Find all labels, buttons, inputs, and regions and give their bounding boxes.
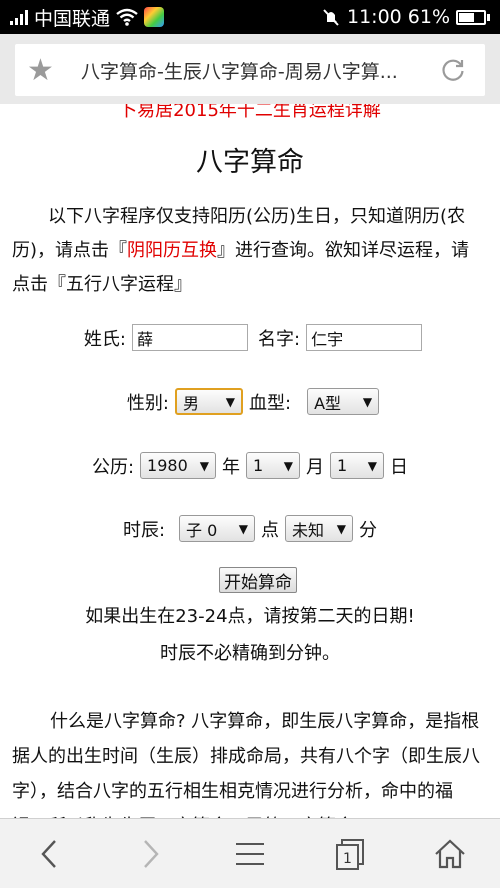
battery-icon	[456, 9, 490, 25]
chevron-down-icon: ▼	[283, 458, 294, 473]
battery-percent: 61%	[407, 6, 450, 28]
app-badge-icon	[144, 7, 165, 27]
star-icon[interactable]: ★	[27, 53, 67, 88]
back-button[interactable]	[20, 829, 80, 879]
day-select[interactable]: 1 ▼	[330, 452, 385, 479]
chevron-down-icon: ▼	[199, 458, 210, 473]
browser-address-bar: ★ 八字算命-生辰八字算命-周易八字算...	[0, 34, 500, 104]
horoscope-link[interactable]: 卜易居2015年十二生肖运程详解	[0, 104, 500, 122]
chevron-down-icon: ▼	[336, 521, 347, 536]
year-value: 1980	[147, 456, 188, 475]
forward-icon	[144, 839, 159, 868]
tabs-icon: 1	[336, 838, 364, 870]
page-title-text[interactable]: 八字算命-生辰八字算命-周易八字算...	[67, 57, 433, 84]
signal-icon	[10, 9, 28, 25]
home-button[interactable]	[420, 829, 480, 879]
blood-select[interactable]: A型 ▼	[307, 388, 380, 415]
gender-row: 性别: 男 ▼ 血型: A型 ▼	[0, 388, 500, 415]
article-paragraph: 什么是八字算命? 八字算命，即生辰八字算命，是指根据人的出生时间（生辰）排成命局…	[12, 711, 480, 818]
minute-select[interactable]: 未知 ▼	[285, 515, 354, 542]
page-heading: 八字算命	[196, 147, 304, 178]
minute-unit: 分	[359, 519, 378, 541]
name-row: 姓氏: 薛 名字: 仁宇	[0, 324, 500, 351]
minute-note: 时辰不必精确到分钟。	[160, 643, 340, 664]
gender-select[interactable]: 男 ▼	[175, 388, 243, 415]
hour-row: 时辰: 子 0 ▼ 点 未知 ▼ 分	[0, 515, 500, 542]
birth-time-note: 如果出生在23-24点，请按第二天的日期!	[85, 606, 415, 627]
browser-toolbar: 1	[0, 818, 500, 888]
hour-label: 时辰:	[122, 519, 166, 541]
day-unit: 日	[390, 456, 409, 478]
clock: 11:00	[347, 6, 402, 28]
year-unit: 年	[222, 456, 241, 478]
mute-icon	[323, 9, 339, 26]
chevron-down-icon: ▼	[367, 458, 378, 473]
month-select[interactable]: 1 ▼	[246, 452, 301, 479]
month-value: 1	[253, 456, 264, 475]
gender-value: 男	[183, 393, 200, 413]
reload-icon[interactable]	[433, 57, 473, 83]
date-row: 公历: 1980 ▼ 年 1 ▼ 月 1 ▼ 日	[0, 452, 500, 479]
status-bar: 中国联通 11:00 61%	[0, 0, 500, 34]
page-content: 卜易居2015年十二生肖运程详解 八字算命 以下八字程序仅支持阳历(公历)生日，…	[0, 104, 500, 818]
hour-unit: 点	[261, 519, 280, 541]
menu-button[interactable]	[220, 829, 280, 879]
chevron-down-icon: ▼	[362, 394, 373, 409]
chevron-down-icon: ▼	[225, 394, 235, 409]
name-input[interactable]: 仁宇	[306, 324, 423, 351]
blood-value: A型	[314, 393, 342, 413]
start-fortune-button[interactable]: 开始算命	[219, 567, 297, 593]
wifi-icon	[116, 8, 138, 26]
gender-label: 性别:	[126, 392, 169, 414]
hour-value: 子 0	[186, 520, 218, 540]
chevron-down-icon: ▼	[238, 521, 249, 536]
surname-input[interactable]: 薛	[132, 324, 248, 351]
url-field[interactable]: ★ 八字算命-生辰八字算命-周易八字算...	[15, 44, 485, 96]
home-icon	[435, 838, 465, 868]
surname-label: 姓氏:	[83, 328, 126, 350]
tabs-button[interactable]: 1	[320, 829, 380, 879]
name-label: 名字:	[258, 328, 301, 350]
intro-paragraph: 以下八字程序仅支持阳历(公历)生日，只知道阴历(农历)，请点击『阴阳历互换』进行…	[12, 200, 482, 302]
back-icon	[41, 839, 56, 868]
minute-value: 未知	[292, 520, 325, 540]
lunar-solar-convert-link[interactable]: 阴阳历互换	[127, 240, 217, 261]
hour-select[interactable]: 子 0 ▼	[179, 515, 256, 542]
menu-icon	[236, 842, 264, 865]
day-value: 1	[337, 456, 348, 475]
calendar-label: 公历:	[91, 456, 135, 478]
year-select[interactable]: 1980 ▼	[140, 452, 217, 479]
month-unit: 月	[306, 456, 325, 478]
blood-label: 血型:	[249, 392, 292, 414]
carrier-name: 中国联通	[34, 7, 111, 30]
tab-count: 1	[343, 851, 352, 867]
forward-button[interactable]	[120, 829, 180, 879]
